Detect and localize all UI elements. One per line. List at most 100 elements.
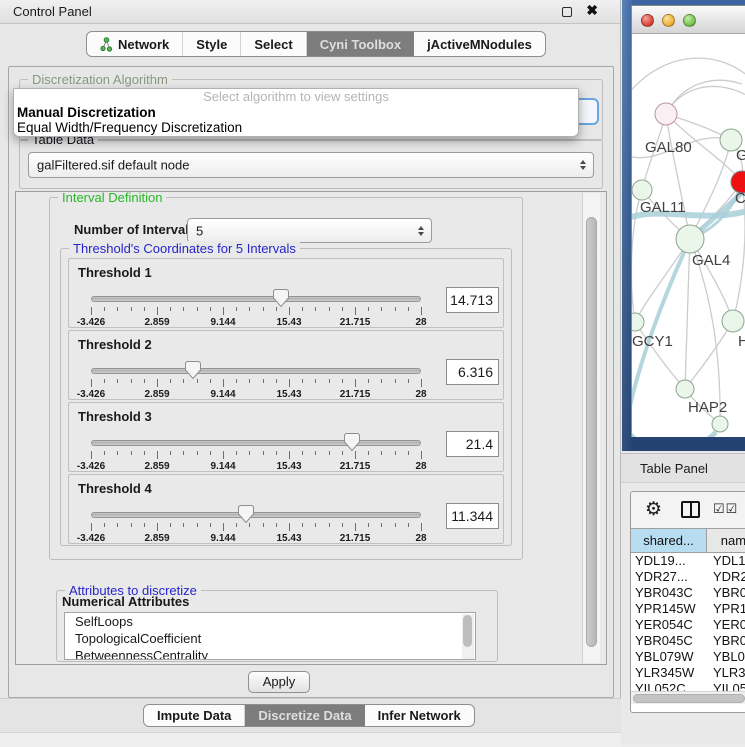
tab-cyni-toolbox[interactable]: Cyni Toolbox — [307, 32, 414, 56]
threshold-value-field[interactable]: 21.4 — [446, 431, 499, 457]
tick-mark — [263, 451, 264, 455]
threshold-value-field[interactable]: 6.316 — [446, 359, 499, 385]
threshold-value-field[interactable]: 14.713 — [446, 287, 499, 313]
tick-mark — [289, 379, 290, 387]
node-label: H — [738, 333, 745, 350]
network-node-green[interactable] — [676, 225, 704, 253]
slider-thumb[interactable] — [344, 433, 360, 451]
threshold-slider[interactable]: -3.4262.8599.14415.4321.71528 — [91, 503, 421, 543]
threshold-slider[interactable]: -3.4262.8599.14415.4321.71528 — [91, 431, 421, 471]
gear-icon[interactable]: ⚙ — [645, 498, 662, 521]
tick-mark — [342, 451, 343, 455]
close-icon[interactable]: ✖ — [586, 2, 598, 19]
attributes-list-items: SelfLoopsTopologicalCoefficientBetweenne… — [65, 613, 475, 660]
tick-mark — [144, 523, 145, 527]
column-header-shared[interactable]: shared... — [631, 529, 707, 552]
network-edge[interactable] — [666, 80, 742, 114]
vertical-scrollbar[interactable] — [582, 193, 600, 663]
threshold-slider[interactable]: -3.4262.8599.14415.4321.71528 — [91, 359, 421, 399]
network-node-green[interactable] — [676, 380, 694, 398]
tick-mark — [210, 307, 211, 311]
tick-label: 21.715 — [340, 317, 371, 328]
tick-mark — [395, 379, 396, 383]
attribute-item[interactable]: SelfLoops — [65, 613, 475, 630]
tab-network[interactable]: Network — [87, 32, 183, 56]
table-row[interactable]: YPR145WYPR145W — [631, 601, 745, 617]
network-view-window[interactable]: GAL80GCGAL11GAL4GCY1HHAP2 — [622, 0, 745, 451]
bottom-strip: Impute Data Discretize Data Infer Network — [0, 698, 621, 745]
slider-ticks — [91, 307, 421, 316]
scrollbar-thumb[interactable] — [586, 217, 597, 647]
window-zoom-button[interactable] — [683, 14, 696, 27]
attribute-item[interactable]: TopologicalCoefficient — [65, 630, 475, 647]
tab-label: Network — [118, 37, 169, 52]
table-row[interactable]: YBR043CYBR043C — [631, 585, 745, 601]
table-data-combobox[interactable]: galFiltered.sif default node — [28, 152, 594, 178]
column-header-name[interactable]: name — [707, 529, 745, 552]
split-view-icon[interactable] — [681, 501, 700, 518]
tick-label: 2.859 — [144, 461, 169, 472]
network-canvas[interactable]: GAL80GCGAL11GAL4GCY1HHAP2 — [632, 34, 745, 437]
scrollbar-thumb[interactable] — [633, 694, 745, 703]
table-row[interactable]: YER054CYER054C — [631, 617, 745, 633]
tick-mark — [236, 307, 237, 311]
apply-button[interactable]: Apply — [248, 671, 310, 693]
scrollbar-thumb[interactable] — [463, 615, 472, 647]
threshold-row: Threshold 3-3.4262.8599.14415.4321.71528… — [68, 402, 504, 472]
threshold-rows: Threshold 1-3.4262.8599.14415.4321.71528… — [68, 258, 504, 548]
attribute-item[interactable]: BetweennessCentrality — [65, 647, 475, 660]
network-node-green[interactable] — [632, 180, 652, 200]
network-edge[interactable] — [685, 239, 690, 389]
network-window-titlebar — [632, 6, 745, 34]
tick-mark — [131, 451, 132, 455]
window-minimize-button[interactable] — [662, 14, 675, 27]
tab-jactivemnodules[interactable]: jActiveMNodules — [414, 32, 545, 56]
tick-mark — [223, 307, 224, 315]
network-edge[interactable] — [635, 239, 690, 322]
table-row[interactable]: YBR045CYBR045C — [631, 633, 745, 649]
tick-mark — [355, 379, 356, 387]
table-row[interactable]: YDL19...YDL19... — [631, 553, 745, 569]
tab-style[interactable]: Style — [183, 32, 241, 56]
network-node-green[interactable] — [722, 310, 744, 332]
table-row[interactable]: YDR27...YDR27... — [631, 569, 745, 585]
cyni-toolbox-panel: Discretization Algorithm Select algorith… — [8, 66, 614, 698]
tick-label: 21.715 — [340, 533, 371, 544]
attributes-list[interactable]: SelfLoopsTopologicalCoefficientBetweenne… — [64, 612, 476, 660]
discretization-algorithm-title: Discretization Algorithm — [28, 72, 172, 87]
network-node-pink[interactable] — [655, 103, 677, 125]
table-row[interactable]: YBL079WYBL079W — [631, 649, 745, 665]
tick-mark — [368, 307, 369, 311]
dropdown-option[interactable]: Manual Discretization — [14, 105, 578, 120]
tab-impute-data[interactable]: Impute Data — [144, 705, 245, 726]
network-edge[interactable] — [685, 321, 733, 389]
tab-discretize-data[interactable]: Discretize Data — [245, 705, 364, 726]
tick-mark — [197, 523, 198, 527]
select-columns-icon[interactable]: ☑☑ — [713, 501, 738, 517]
tab-label: Infer Network — [378, 708, 461, 723]
horizontal-scrollbar[interactable] — [631, 691, 745, 704]
dropdown-option[interactable]: Equal Width/Frequency Discretization — [14, 120, 578, 135]
threshold-slider[interactable]: -3.4262.8599.14415.4321.71528 — [91, 287, 421, 327]
slider-thumb[interactable] — [238, 505, 254, 523]
network-node-green[interactable] — [632, 313, 644, 331]
network-edge-highlighted[interactable] — [632, 432, 716, 437]
table-panel: ⚙ ☑☑ shared...name YDL19...YDL19...YDR27… — [630, 491, 745, 713]
threshold-value-field[interactable]: 11.344 — [446, 503, 499, 529]
network-node-green[interactable] — [712, 416, 728, 432]
slider-thumb[interactable] — [185, 361, 201, 379]
tab-infer-network[interactable]: Infer Network — [365, 705, 474, 726]
number-of-intervals-combobox[interactable]: 5 — [187, 218, 432, 243]
bottom-tab-bar: Impute Data Discretize Data Infer Network — [143, 704, 475, 727]
slider-thumb[interactable] — [273, 289, 289, 307]
attributes-scrollbar[interactable] — [462, 614, 474, 660]
window-close-button[interactable] — [641, 14, 654, 27]
tab-select[interactable]: Select — [241, 32, 306, 56]
network-edge[interactable] — [666, 86, 745, 114]
tick-label: 2.859 — [144, 389, 169, 400]
tick-mark — [342, 523, 343, 527]
tick-mark — [236, 451, 237, 455]
tab-label: Discretize Data — [258, 708, 351, 723]
float-icon[interactable] — [562, 7, 572, 17]
table-row[interactable]: YLR345WYLR345W — [631, 665, 745, 681]
